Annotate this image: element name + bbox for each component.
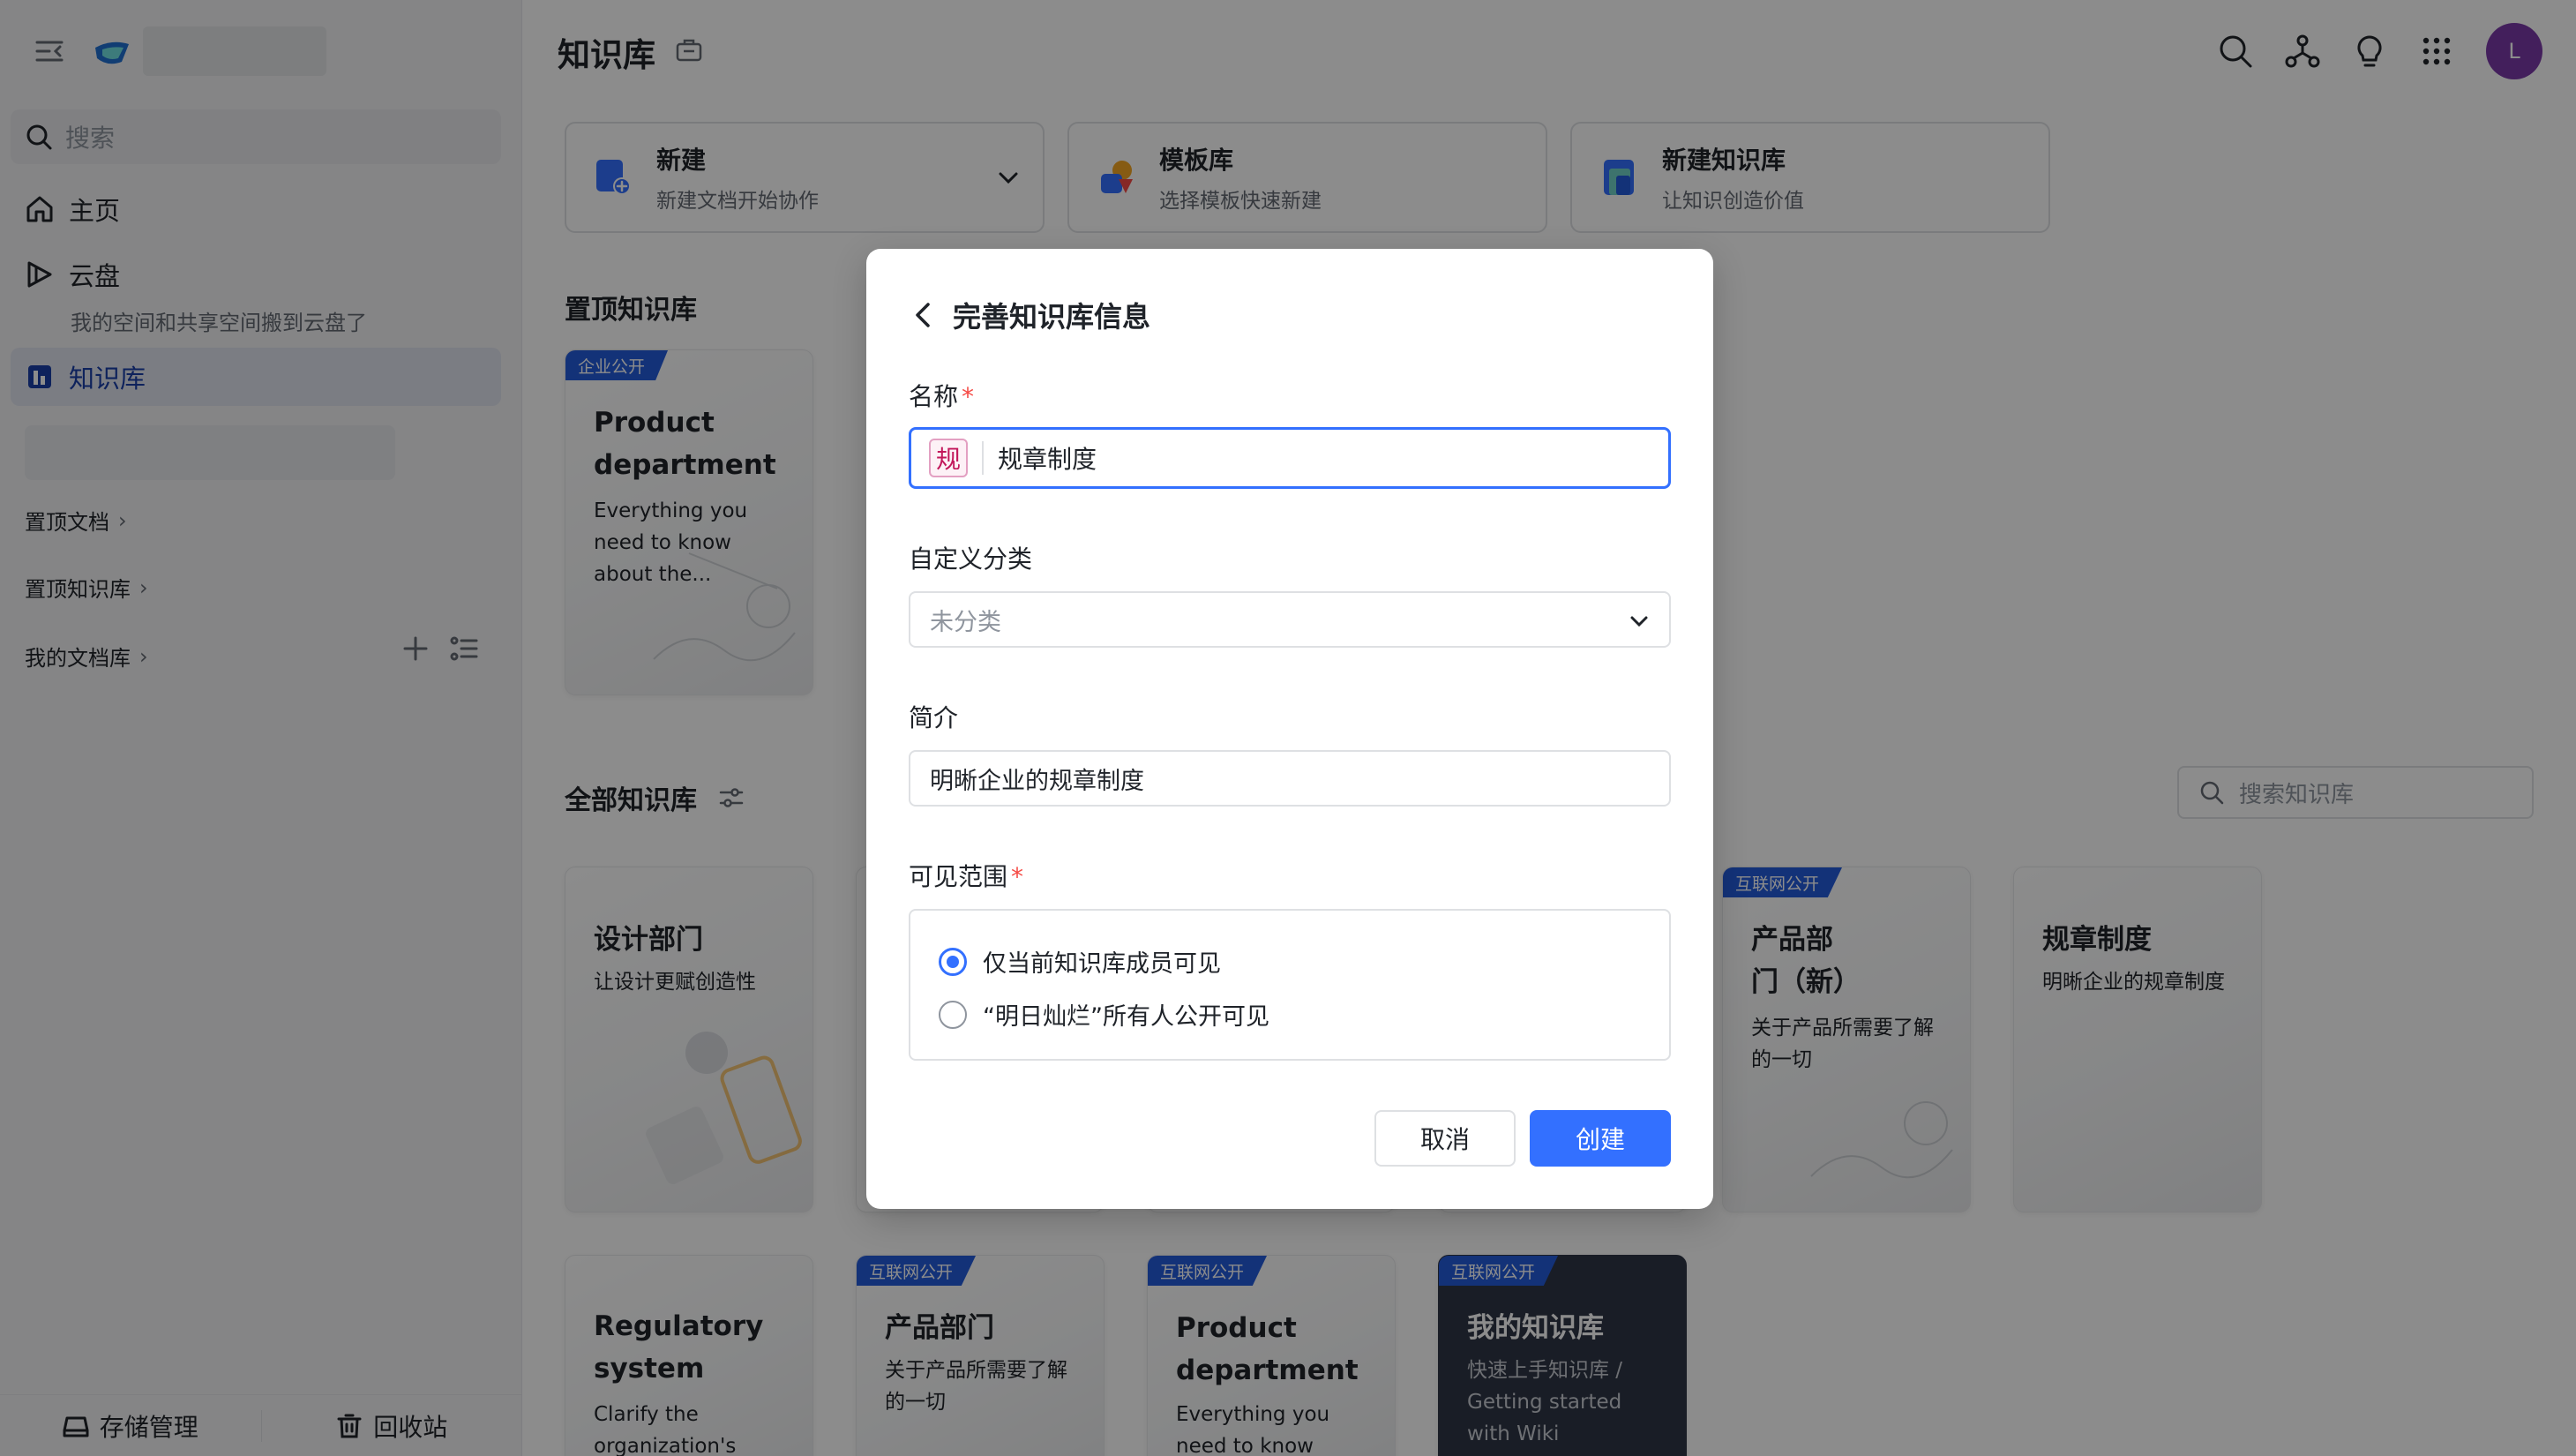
- chevron-down-icon: [1630, 616, 1648, 627]
- wiki-icon-chip[interactable]: 规: [929, 439, 968, 477]
- dialog-header: 完善知识库信息: [912, 295, 1150, 335]
- required-mark: *: [962, 382, 975, 411]
- radio-selected[interactable]: [939, 947, 967, 976]
- intro-label: 简介: [909, 703, 959, 732]
- name-label: 名称 *: [909, 378, 974, 413]
- visibility-options: 仅当前知识库成员可见 “明日灿烂”所有人公开可见: [909, 909, 1671, 1061]
- name-field[interactable]: 规 规章制度: [909, 427, 1671, 489]
- category-value: 未分类: [930, 608, 1001, 636]
- visibility-option-public[interactable]: “明日灿烂”所有人公开可见: [939, 997, 1269, 1032]
- wiki-info-dialog: 完善知识库信息 名称 * 规 规章制度 自定义分类 未分类 简介 明晰企业的规章制…: [866, 249, 1713, 1209]
- required-mark: *: [1011, 862, 1024, 891]
- name-label-text: 名称: [909, 382, 959, 411]
- category-select[interactable]: 未分类: [909, 591, 1671, 648]
- category-label: 自定义分类: [909, 544, 1033, 574]
- cancel-button[interactable]: 取消: [1374, 1110, 1516, 1167]
- intro-input[interactable]: 明晰企业的规章制度: [909, 750, 1671, 807]
- visibility-option-members[interactable]: 仅当前知识库成员可见: [939, 944, 1221, 979]
- name-value[interactable]: 规章制度: [998, 440, 1097, 476]
- visibility-label: 可见范围 *: [909, 858, 1023, 893]
- create-button[interactable]: 创建: [1530, 1110, 1671, 1167]
- back-arrow-icon[interactable]: [912, 302, 933, 328]
- divider: [982, 441, 984, 475]
- radio-unselected[interactable]: [939, 1000, 967, 1029]
- radio-label: “明日灿烂”所有人公开可见: [983, 1003, 1269, 1031]
- dialog-title: 完善知识库信息: [953, 300, 1151, 334]
- radio-label: 仅当前知识库成员可见: [983, 950, 1221, 978]
- visibility-label-text: 可见范围: [909, 862, 1008, 891]
